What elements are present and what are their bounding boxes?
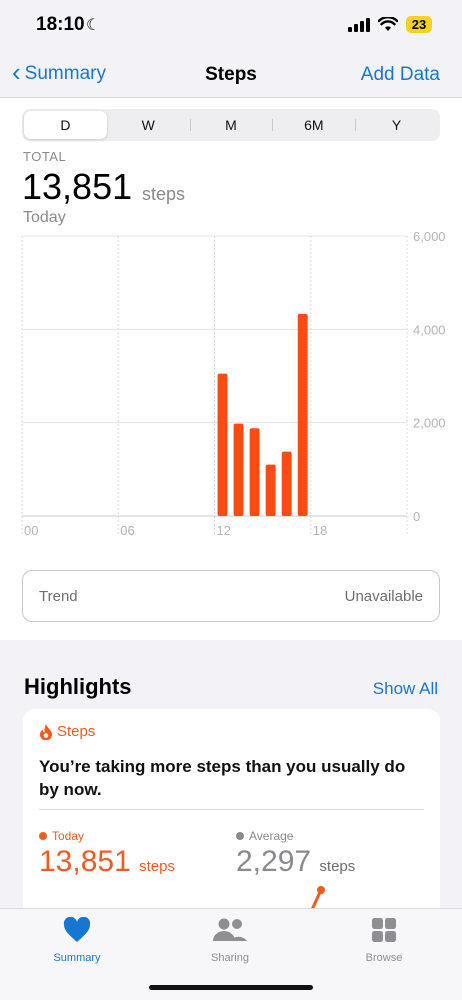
people-icon bbox=[213, 918, 247, 941]
y-tick-label: 2,000 bbox=[413, 416, 446, 431]
wifi-icon bbox=[378, 17, 398, 31]
segment-week[interactable]: W bbox=[107, 111, 190, 139]
steps-bar bbox=[265, 464, 276, 516]
today-dot bbox=[39, 832, 47, 840]
x-tick-label: 12 bbox=[217, 523, 231, 538]
top-bar: 18:10 ☾ 23 ‹ Summary Steps Add Data bbox=[0, 0, 462, 98]
segment-6-months[interactable]: 6M bbox=[272, 111, 355, 139]
average-dot bbox=[236, 832, 244, 840]
y-tick-label: 0 bbox=[413, 509, 420, 524]
tab-summary-label: Summary bbox=[53, 952, 101, 964]
status-icons: 23 bbox=[348, 16, 432, 33]
average-stat: Average 2,297 steps bbox=[236, 829, 355, 879]
y-tick-label: 6,000 bbox=[413, 229, 446, 244]
trend-label: Trend bbox=[39, 588, 78, 605]
show-all-button[interactable]: Show All bbox=[373, 679, 438, 699]
card-category-label: Steps bbox=[57, 723, 96, 740]
steps-bar bbox=[281, 451, 292, 516]
segment-year[interactable]: Y bbox=[355, 111, 438, 139]
moon-icon: ☾ bbox=[86, 17, 101, 34]
today-value-row: 13,851 steps bbox=[39, 845, 175, 879]
total-value: 13,851 bbox=[22, 166, 133, 207]
x-tick-label: 18 bbox=[313, 523, 327, 538]
date-label: Today bbox=[23, 209, 66, 226]
tab-sharing-label: Sharing bbox=[211, 952, 249, 964]
steps-chart[interactable]: 6,0004,0002,000000 06 12 18 bbox=[0, 228, 462, 543]
average-value-row: 2,297 steps bbox=[236, 845, 355, 879]
period-selector: D W M 6M Y bbox=[22, 109, 440, 141]
segment-month[interactable]: M bbox=[189, 111, 273, 139]
add-data-button[interactable]: Add Data bbox=[361, 64, 440, 86]
today-value: 13,851 bbox=[39, 845, 131, 878]
card-divider bbox=[39, 809, 424, 810]
status-time: 18:10 bbox=[36, 14, 85, 35]
today-stat-label-row: Today bbox=[39, 829, 175, 843]
average-unit: steps bbox=[319, 858, 356, 875]
average-value: 2,297 bbox=[236, 845, 312, 878]
total-unit: steps bbox=[142, 184, 186, 204]
steps-bar bbox=[217, 373, 228, 516]
steps-bar bbox=[249, 428, 260, 516]
trend-value: Unavailable bbox=[344, 588, 423, 605]
steps-bar bbox=[233, 423, 244, 516]
y-tick-label: 4,000 bbox=[413, 322, 446, 337]
tab-sharing[interactable]: Sharing bbox=[180, 917, 280, 964]
heart-icon bbox=[63, 916, 91, 942]
highlight-text: You’re taking more steps than you usuall… bbox=[39, 757, 406, 799]
tab-browse-label: Browse bbox=[365, 952, 403, 964]
trend-row[interactable]: Trend Unavailable bbox=[22, 570, 440, 622]
flame-icon bbox=[40, 723, 52, 740]
today-unit: steps bbox=[139, 858, 175, 875]
tab-summary[interactable]: Summary bbox=[27, 916, 127, 964]
battery-indicator: 23 bbox=[406, 16, 432, 33]
home-indicator bbox=[149, 985, 313, 990]
tab-browse[interactable]: Browse bbox=[334, 917, 434, 964]
today-label: Today bbox=[52, 829, 85, 843]
highlights-title: Highlights bbox=[24, 674, 132, 699]
total-label: TOTAL bbox=[23, 149, 67, 164]
signal-icon bbox=[348, 17, 370, 32]
x-tick-label: 00 bbox=[24, 523, 38, 538]
segment-day[interactable]: D bbox=[24, 111, 107, 139]
average-label: Average bbox=[249, 829, 294, 843]
card-category: Steps bbox=[39, 723, 95, 740]
steps-detail-panel: D W M 6M Y TOTAL 13,851 steps Today 6,00… bbox=[0, 98, 462, 640]
today-stat: Today 13,851 steps bbox=[39, 829, 175, 879]
x-tick-label: 06 bbox=[120, 523, 134, 538]
steps-bar bbox=[297, 313, 308, 516]
grid-icon bbox=[372, 918, 396, 942]
average-stat-label-row: Average bbox=[236, 829, 355, 843]
